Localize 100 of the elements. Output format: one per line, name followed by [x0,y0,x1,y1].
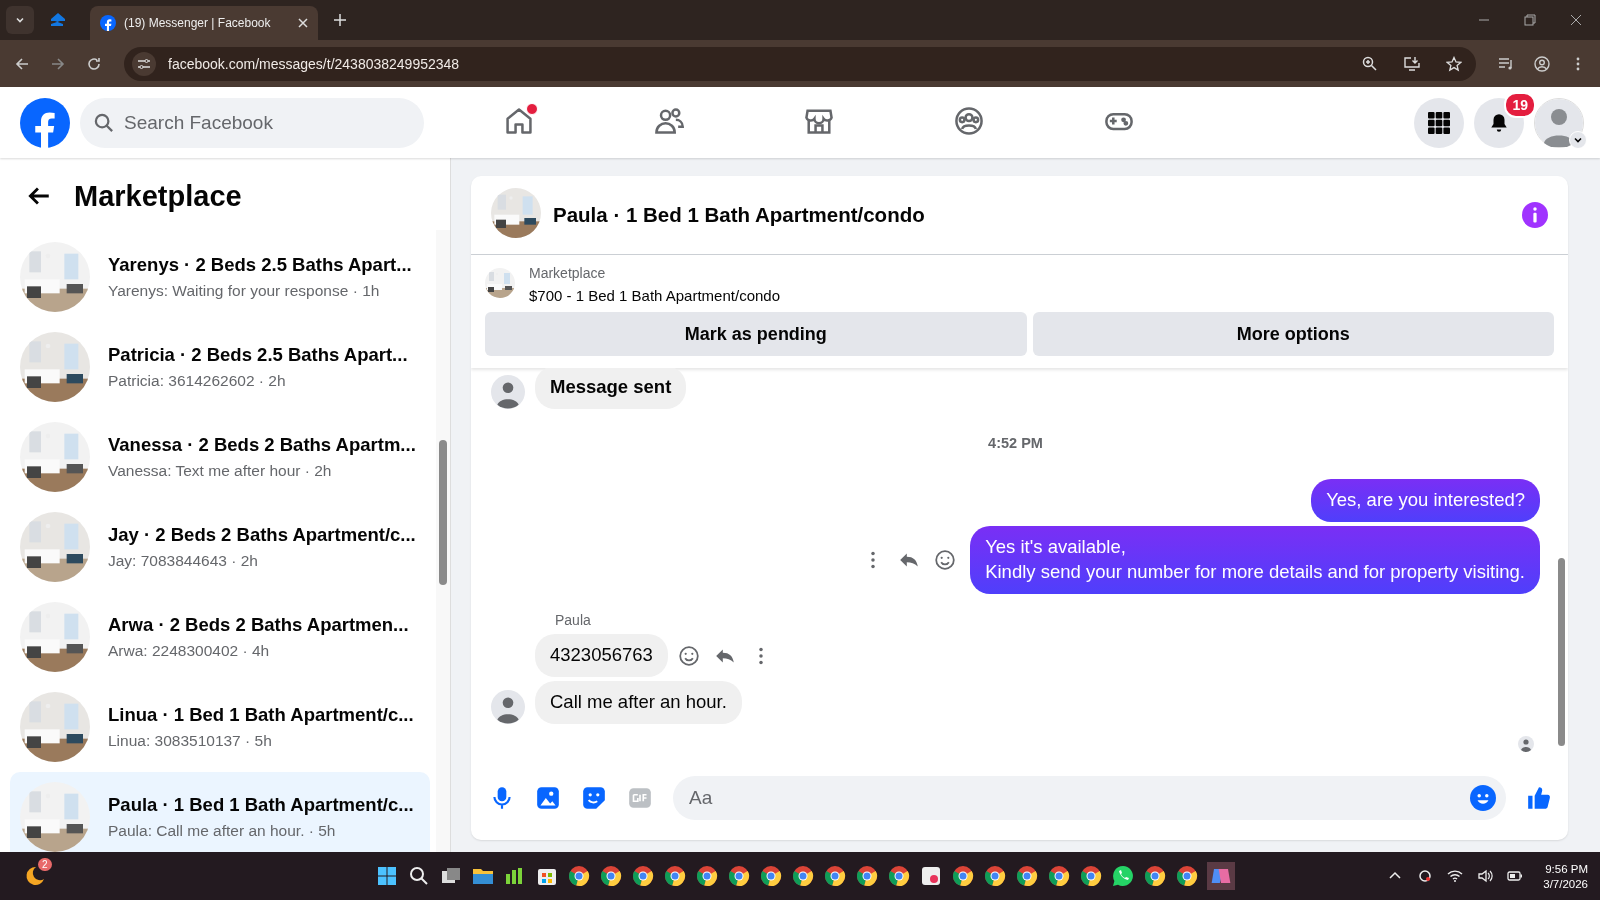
search-field[interactable]: Search Facebook [80,97,424,148]
account-avatar[interactable] [1534,97,1584,148]
search-icon [94,112,114,133]
received-message: Message sent [535,368,687,410]
facebook-icon [100,15,116,31]
conversation-title: Jay · 2 Beds 2 Baths Apartment/c... [108,524,416,546]
sent-message: Yes, are you interested? [1311,479,1540,523]
browser-tab[interactable]: (19) Messenger | Facebook [90,6,318,40]
start-icon[interactable] [375,864,399,888]
thumbs-up-icon[interactable] [1526,785,1552,811]
battery-icon[interactable] [1507,868,1524,884]
clock-time[interactable]: 9:56 PM [1545,862,1588,875]
chrome-icon[interactable] [759,864,783,888]
message-preview: Vanessa: Text me after hour · 2h [108,462,333,480]
wifi-icon[interactable] [1447,868,1464,884]
chrome-icon[interactable] [1047,864,1071,888]
listing-action-button[interactable]: Mark as pending [485,312,1027,356]
message-preview: Yarenys: Waiting for your response · 1h [108,282,381,300]
sidebar-title: Marketplace [74,179,242,213]
chrome-icon[interactable] [567,864,591,888]
chrome-icon[interactable] [1015,864,1039,888]
sticker-icon[interactable] [581,785,607,811]
chat-title: Paula · 1 Bed 1 Bath Apartment/condo [553,203,925,227]
clock-date[interactable]: 3/7/2026 [1543,877,1588,890]
install-icon[interactable] [1404,55,1420,72]
reload-icon[interactable] [86,55,102,72]
message-preview: Jay: 7083844643 · 2h [108,552,259,570]
profile-icon[interactable] [1534,55,1550,72]
sync-icon[interactable] [1417,868,1434,884]
chrome-icon[interactable] [1079,864,1103,888]
tab-title: (19) Messenger | Facebook [124,16,272,30]
address-bar[interactable]: facebook.com/messages/t/2438038249952348 [124,46,1476,81]
chrome-icon[interactable] [599,864,623,888]
conversation-title: Patricia · 2 Beds 2.5 Baths Apart... [108,344,408,366]
grid-icon [1428,111,1450,134]
new-tab-icon[interactable] [334,14,346,26]
message-preview: Linua: 3083510137 · 5h [108,732,273,750]
emoji-icon[interactable] [677,644,700,667]
chrome-icon[interactable] [663,864,687,888]
scrollbar[interactable] [436,230,450,852]
zoom-icon[interactable] [1362,55,1378,72]
message-field[interactable]: Aa [673,776,1506,820]
message-preview: Arwa: 2248300402 · 4h [108,642,271,660]
groups-icon [953,105,985,137]
snipping-icon[interactable] [919,864,943,888]
avatar-icon [491,375,525,410]
facebook-logo[interactable] [20,97,70,148]
message-timestamp: 4:52 PM [988,435,1043,452]
chrome-icon[interactable] [695,864,719,888]
chrome-icon[interactable] [951,864,975,888]
conversation-item[interactable]: Paula · 1 Bed 1 Bath Apartment/c... Paula: Call me after an hour. · 5h [10,772,430,852]
chrome-icon[interactable] [887,864,911,888]
conversation-title: Paula · 1 Bed 1 Bath Apartment/c... [108,794,414,816]
received-message: 4323056763 [535,634,668,678]
site-settings-icon[interactable] [132,51,156,76]
media-icon[interactable] [1498,55,1514,72]
forward-icon[interactable] [50,55,66,72]
notification-badge: 2 [38,858,52,871]
chrome-icon[interactable] [631,864,655,888]
notification-badge: 19 [1504,91,1536,118]
chrome-icon[interactable] [1175,864,1199,888]
listing-action-button[interactable]: More options [1032,312,1554,356]
received-message: Call me after an hour. [535,681,742,724]
emoji-icon[interactable] [1470,785,1496,811]
chrome-icon[interactable] [1143,864,1167,888]
conversation-item[interactable]: Vanessa · 2 Beds 2 Baths Apartm... Vanessa: Text me after hour · 2h [10,412,430,502]
chrome-icon[interactable] [727,864,751,888]
whatsapp-icon[interactable] [1111,864,1135,888]
conversation-title: Vanessa · 2 Beds 2 Baths Apartm... [108,434,416,456]
avatar-icon [491,690,525,724]
conversation-item[interactable]: Linua · 1 Bed 1 Bath Apartment/c... Linua: 3083510137 · 5h [10,682,430,772]
close-icon[interactable] [1570,14,1582,26]
sent-message: Yes it's available, Kindly send your number for more details and for property visiting. [970,526,1540,595]
menu-button[interactable] [1414,97,1464,148]
volume-icon[interactable] [1477,868,1494,884]
home-icon [503,105,535,137]
info-icon[interactable] [1522,202,1548,228]
copilot-icon[interactable] [1207,862,1235,890]
chrome-icon[interactable] [823,864,847,888]
listing-title: $700 - 1 Bed 1 Bath Apartment/condo [529,287,780,304]
star-icon[interactable] [1446,55,1462,72]
message-preview: Patricia: 3614262602 · 2h [108,372,287,390]
restore-icon[interactable] [1524,14,1536,26]
conversation-item[interactable]: Yarenys · 2 Beds 2.5 Baths Apart... Yarenys: Waiting for your response · 1h [10,232,430,322]
conversation-item[interactable]: Arwa · 2 Beds 2 Baths Apartmen... Arwa: 2248300402 · 4h [10,592,430,682]
conversation-title: Arwa · 2 Beds 2 Baths Apartmen... [108,614,409,636]
message-preview: Paula: Call me after an hour. · 5h [108,822,337,840]
chrome-icon[interactable] [855,864,879,888]
conversation-item[interactable]: Jay · 2 Beds 2 Baths Apartment/c... Jay: 7083844643 · 2h [10,502,430,592]
conversation-title: Linua · 1 Bed 1 Bath Apartment/c... [108,704,414,726]
chrome-icon[interactable] [791,864,815,888]
friends-icon [653,105,685,137]
seen-avatar-icon [1518,736,1534,752]
chrome-icon[interactable] [983,864,1007,888]
image-icon[interactable] [535,785,561,811]
sender-name: Paula [555,612,592,629]
back-icon[interactable] [14,55,30,72]
emoji-icon[interactable] [934,549,957,572]
conversation-item[interactable]: Patricia · 2 Beds 2.5 Baths Apart... Patricia: 3614262602 · 2h [10,322,430,412]
listing-label: Marketplace [529,265,607,281]
